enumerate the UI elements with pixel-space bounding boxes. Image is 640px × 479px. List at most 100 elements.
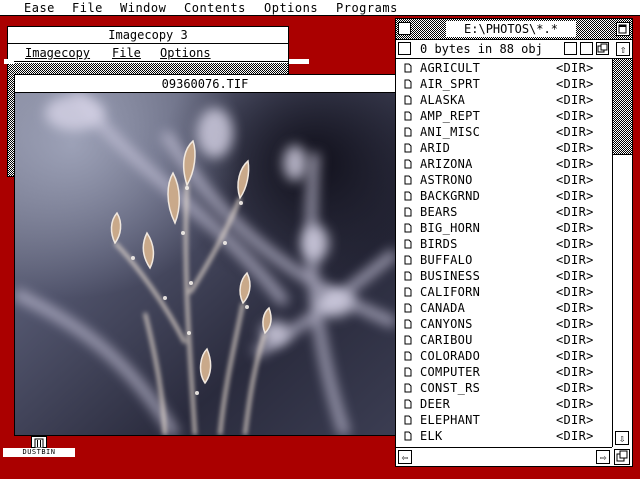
dustbin-label: DUSTBIN <box>3 448 75 457</box>
vertical-scrollbar[interactable]: ⇩ <box>612 59 632 447</box>
folder-icon <box>404 431 412 441</box>
file-list-item[interactable]: CALIFORN <DIR> <box>396 284 612 300</box>
window-edge-strip-left <box>4 59 14 64</box>
file-list-item[interactable]: CONST_RS <DIR> <box>396 380 612 396</box>
file-type: <DIR> <box>556 429 594 443</box>
file-type: <DIR> <box>556 141 594 155</box>
file-name: COMPUTER <box>420 365 481 379</box>
folder-icon <box>404 111 412 121</box>
vertical-scroll-thumb[interactable] <box>613 154 632 429</box>
menu-options[interactable]: Options <box>264 0 318 16</box>
file-list-item[interactable]: ANI_MISC <DIR> <box>396 124 612 140</box>
file-list-item[interactable]: BUSINESS <DIR> <box>396 268 612 284</box>
file-list-item[interactable]: BEARS <DIR> <box>396 204 612 220</box>
file-list-item[interactable]: CANADA <DIR> <box>396 300 612 316</box>
imagecopy-menu-imagecopy[interactable]: Imagecopy <box>25 44 90 62</box>
folder-icon <box>404 255 412 265</box>
file-type: <DIR> <box>556 205 594 219</box>
folder-icon <box>404 175 412 185</box>
file-list-item[interactable]: ALASKA <DIR> <box>396 92 612 108</box>
folder-icon <box>404 207 412 217</box>
menu-window[interactable]: Window <box>120 0 166 16</box>
image-title-bar[interactable]: 09360076.TIF <box>15 75 395 93</box>
folder-icon <box>404 415 412 425</box>
view-icons-icon[interactable] <box>564 42 577 55</box>
file-list-item[interactable]: COMPUTER <DIR> <box>396 364 612 380</box>
file-name: CANYONS <box>420 317 473 331</box>
file-name: BIG_HORN <box>420 221 481 235</box>
file-name: AMP_REPT <box>420 109 481 123</box>
horizontal-scroll-track[interactable] <box>414 448 594 466</box>
file-name: ARIZONA <box>420 157 473 171</box>
file-list-item[interactable]: COLORADO <DIR> <box>396 348 612 364</box>
menu-file[interactable]: File <box>72 0 103 16</box>
folder-icon <box>404 143 412 153</box>
file-list-item[interactable]: CARIBOU <DIR> <box>396 332 612 348</box>
file-name: BACKGRND <box>420 189 481 203</box>
file-name: BUSINESS <box>420 269 481 283</box>
file-name: AGRICULT <box>420 61 481 75</box>
file-list-item[interactable]: AGRICULT <DIR> <box>396 60 612 76</box>
vertical-scroll-track[interactable] <box>613 59 632 154</box>
photo-canvas <box>15 93 395 435</box>
imagecopy-menu-options[interactable]: Options <box>160 44 211 62</box>
imagecopy-title-bar[interactable]: Imagecopy 3 <box>8 27 288 44</box>
file-list-item[interactable]: ASTRONO <DIR> <box>396 172 612 188</box>
file-browser-title-bar[interactable]: E:\PHOTOS\*.* <box>396 19 632 40</box>
folder-icon <box>404 159 412 169</box>
menu-ease[interactable]: Ease <box>24 0 55 16</box>
size-box-icon[interactable] <box>596 42 609 55</box>
folder-icon <box>404 303 412 313</box>
scroll-right-arrow-icon[interactable]: ⇨ <box>596 450 610 464</box>
file-list-item[interactable]: BIRDS <DIR> <box>396 236 612 252</box>
scroll-left-arrow-icon[interactable]: ⇦ <box>398 450 412 464</box>
dustbin-icon[interactable] <box>31 436 47 449</box>
imagecopy-menu-bar: Imagecopy File Options <box>8 44 288 62</box>
file-type: <DIR> <box>556 413 594 427</box>
file-name: CARIBOU <box>420 333 473 347</box>
file-name: ARID <box>420 141 451 155</box>
folder-icon <box>404 399 412 409</box>
file-name: AIR_SPRT <box>420 77 481 91</box>
menu-contents[interactable]: Contents <box>184 0 246 16</box>
fuller-box-icon[interactable] <box>616 22 630 36</box>
horizontal-scrollbar[interactable]: ⇦ ⇨ <box>396 447 612 466</box>
folder-icon <box>404 79 412 89</box>
file-type: <DIR> <box>556 397 594 411</box>
file-type: <DIR> <box>556 381 594 395</box>
file-list-item[interactable]: ARID <DIR> <box>396 140 612 156</box>
scroll-up-arrow-icon[interactable]: ⇧ <box>616 42 630 56</box>
menu-programs[interactable]: Programs <box>336 0 398 16</box>
desktop-menu-bar: Ease File Window Contents Options Progra… <box>0 0 640 16</box>
file-list-item[interactable]: ELK <DIR> <box>396 428 612 444</box>
file-name: CALIFORN <box>420 285 481 299</box>
folder-icon <box>404 287 412 297</box>
close-box-icon[interactable] <box>398 22 411 35</box>
file-list-item[interactable]: CANYONS <DIR> <box>396 316 612 332</box>
file-name: BUFFALO <box>420 253 473 267</box>
file-list-item[interactable]: AIR_SPRT <DIR> <box>396 76 612 92</box>
info-box-icon[interactable] <box>398 42 411 55</box>
file-type: <DIR> <box>556 253 594 267</box>
file-list-item[interactable]: AMP_REPT <DIR> <box>396 108 612 124</box>
frosted-plant-photo <box>15 93 395 435</box>
trash-can-icon <box>34 438 44 449</box>
file-type: <DIR> <box>556 93 594 107</box>
file-name: COLORADO <box>420 349 481 363</box>
imagecopy-menu-file[interactable]: File <box>112 44 141 62</box>
file-type: <DIR> <box>556 269 594 283</box>
resize-box-icon[interactable] <box>614 449 630 465</box>
file-list-item[interactable]: ARIZONA <DIR> <box>396 156 612 172</box>
file-type: <DIR> <box>556 333 594 347</box>
file-list-item[interactable]: BIG_HORN <DIR> <box>396 220 612 236</box>
scroll-down-arrow-icon[interactable]: ⇩ <box>615 431 629 445</box>
folder-icon <box>404 223 412 233</box>
file-list-item[interactable]: BUFFALO <DIR> <box>396 252 612 268</box>
imagecopy-title: Imagecopy 3 <box>108 28 188 42</box>
file-list-item[interactable]: BACKGRND <DIR> <box>396 188 612 204</box>
file-list-item[interactable]: ELEPHANT <DIR> <box>396 412 612 428</box>
image-view-window: 09360076.TIF <box>14 74 396 436</box>
file-name: CONST_RS <box>420 381 481 395</box>
view-list-icon[interactable] <box>580 42 593 55</box>
file-list-item[interactable]: DEER <DIR> <box>396 396 612 412</box>
